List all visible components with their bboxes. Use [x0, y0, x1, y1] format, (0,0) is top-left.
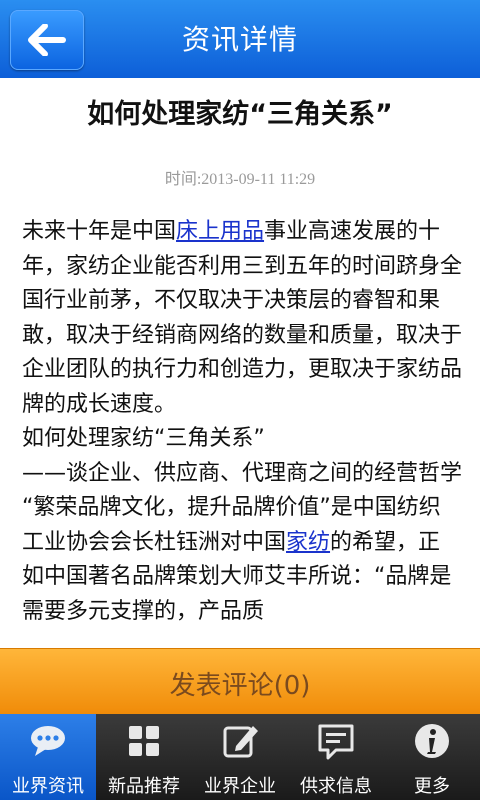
article-body[interactable]: 未来十年是中国床上用品事业高速发展的十年，家纺企业能否利用三到五年的时间跻身全国… — [22, 215, 462, 648]
tab-label: 供求信息 — [300, 776, 372, 797]
page-title: 资讯详情 — [181, 23, 298, 56]
bottom-tab-bar: 业界资讯 新品推荐 业界企业 供求信息 更多 — [0, 714, 480, 800]
tab-label: 业界企业 — [204, 776, 276, 797]
tab-label: 新品推荐 — [108, 776, 180, 797]
tab-industry-news[interactable]: 业界资讯 — [0, 714, 96, 800]
info-icon — [415, 724, 449, 758]
body-text: 事业高速发展的十年，家纺企业能否利用三到五年的时间跻身全国行业前茅，不仅取决于决… — [22, 219, 462, 417]
tab-label: 业界资讯 — [12, 776, 84, 797]
link-home-textiles[interactable]: 家纺 — [286, 530, 330, 555]
body-text: 未来十年是中国 — [22, 219, 177, 244]
chat-bubbles-icon — [31, 726, 65, 756]
tab-new-products[interactable]: 新品推荐 — [96, 714, 192, 800]
article-title: 如何处理家纺“三角关系” — [87, 99, 393, 130]
message-icon — [318, 724, 354, 760]
post-comment-button[interactable]: 发表评论(0) — [0, 648, 480, 715]
article-timestamp: 时间:2013-09-11 11:29 — [164, 171, 316, 188]
post-comment-label: 发表评论(0) — [169, 671, 311, 701]
edit-icon — [223, 726, 258, 758]
body-subtitle-2: ——谈企业、供应商、代理商之间的经营哲学 — [22, 460, 462, 486]
link-bedding[interactable]: 床上用品 — [176, 219, 264, 244]
tab-industry-companies[interactable]: 业界企业 — [192, 714, 288, 800]
tab-supply-demand[interactable]: 供求信息 — [288, 714, 384, 800]
header-bar: 资讯详情 — [0, 0, 480, 78]
body-subtitle: 如何处理家纺“三角关系” — [22, 426, 265, 451]
tab-label: 更多 — [414, 776, 450, 797]
grid-icon — [129, 726, 159, 756]
tab-more[interactable]: 更多 — [384, 714, 480, 800]
